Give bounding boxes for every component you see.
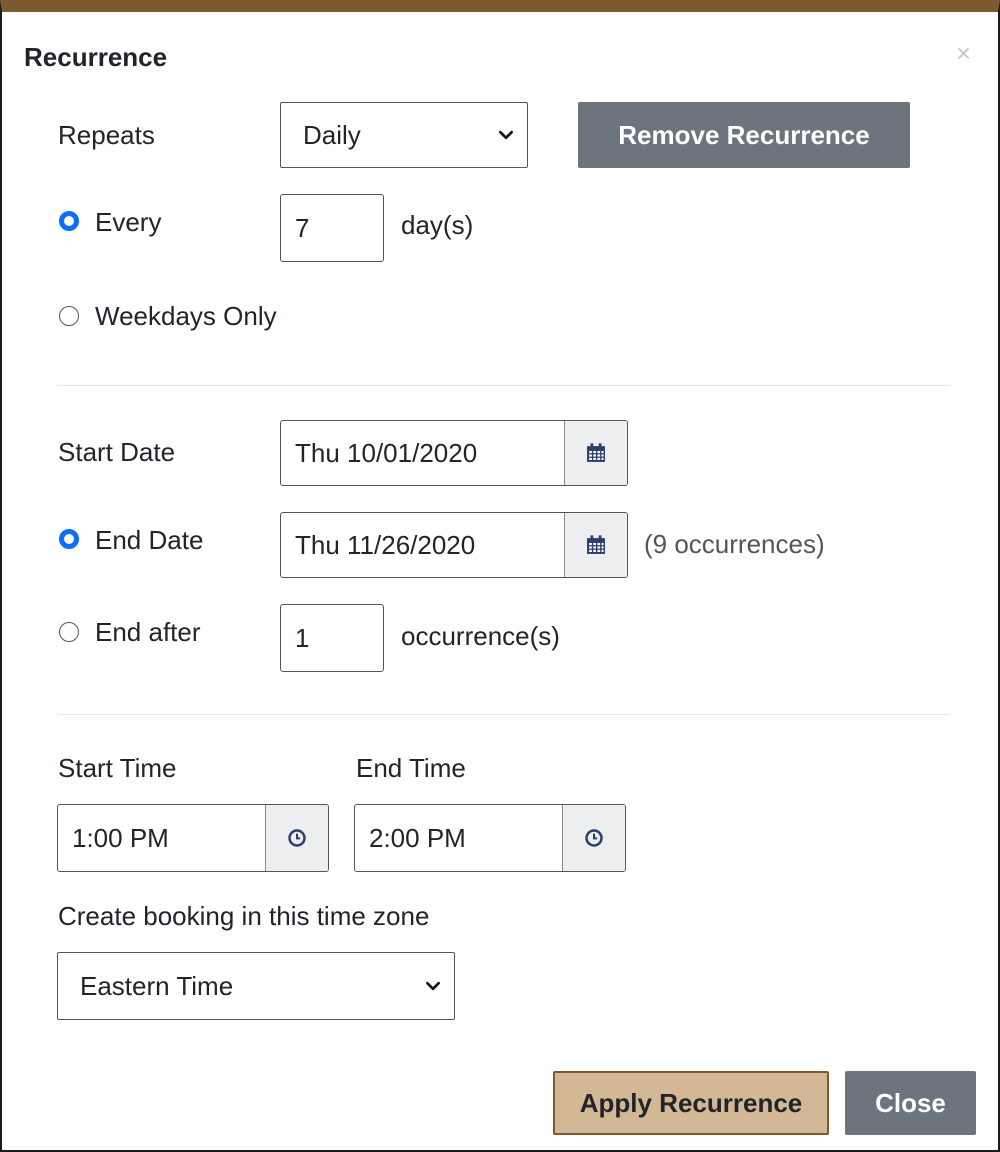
start-time-field[interactable]: 1:00 PM	[57, 804, 329, 872]
chevron-down-icon	[499, 130, 513, 140]
end-after-label: End after	[95, 617, 201, 647]
every-unit-label: day(s)	[401, 210, 474, 240]
weekdays-only-label: Weekdays Only	[95, 301, 277, 331]
end-date-field[interactable]: Thu 11/26/2020	[280, 512, 628, 578]
repeats-select[interactable]: Daily	[280, 102, 528, 168]
every-radio[interactable]	[59, 211, 79, 231]
end-after-unit-label: occurrence(s)	[401, 621, 560, 651]
start-time-picker-button[interactable]	[265, 805, 328, 871]
clock-icon	[288, 829, 306, 847]
dialog-title: Recurrence	[24, 42, 168, 72]
repeats-selected-value: Daily	[303, 119, 361, 150]
chevron-down-icon	[426, 981, 440, 991]
clock-icon	[585, 829, 603, 847]
start-time-input[interactable]: 1:00 PM	[58, 805, 265, 871]
end-time-picker-button[interactable]	[562, 805, 625, 871]
divider	[58, 714, 950, 715]
every-days-input[interactable]: 7	[280, 194, 384, 262]
end-date-radio[interactable]	[59, 529, 79, 549]
end-date-label: End Date	[95, 525, 204, 555]
end-time-input[interactable]: 2:00 PM	[355, 805, 562, 871]
start-date-picker-button[interactable]	[564, 421, 627, 485]
calendar-icon	[587, 443, 605, 462]
end-time-field[interactable]: 2:00 PM	[354, 804, 626, 872]
timezone-label: Create booking in this time zone	[58, 901, 430, 931]
start-date-field[interactable]: Thu 10/01/2020	[280, 420, 628, 486]
weekdays-only-radio[interactable]	[59, 306, 79, 326]
remove-recurrence-button[interactable]: Remove Recurrence	[578, 102, 910, 168]
occurrences-count: (9 occurrences)	[644, 529, 825, 559]
start-date-label: Start Date	[58, 437, 176, 467]
close-icon[interactable]: ×	[956, 40, 971, 66]
end-date-picker-button[interactable]	[564, 513, 627, 577]
start-date-input[interactable]: Thu 10/01/2020	[281, 421, 564, 485]
timezone-select[interactable]: Eastern Time	[57, 952, 455, 1020]
every-label: Every	[95, 207, 162, 237]
end-time-label: End Time	[356, 753, 466, 783]
end-after-input[interactable]: 1	[280, 604, 384, 672]
calendar-icon	[587, 535, 605, 554]
apply-recurrence-button[interactable]: Apply Recurrence	[553, 1071, 829, 1135]
timezone-selected-value: Eastern Time	[80, 970, 234, 1001]
start-time-label: Start Time	[58, 753, 177, 783]
divider	[58, 385, 950, 386]
end-date-input[interactable]: Thu 11/26/2020	[281, 513, 564, 577]
repeats-label: Repeats	[58, 120, 155, 150]
recurrence-dialog: Recurrence × Repeats Daily Remove Recurr…	[0, 0, 1000, 1152]
close-button[interactable]: Close	[845, 1071, 976, 1135]
end-after-radio[interactable]	[59, 622, 79, 642]
